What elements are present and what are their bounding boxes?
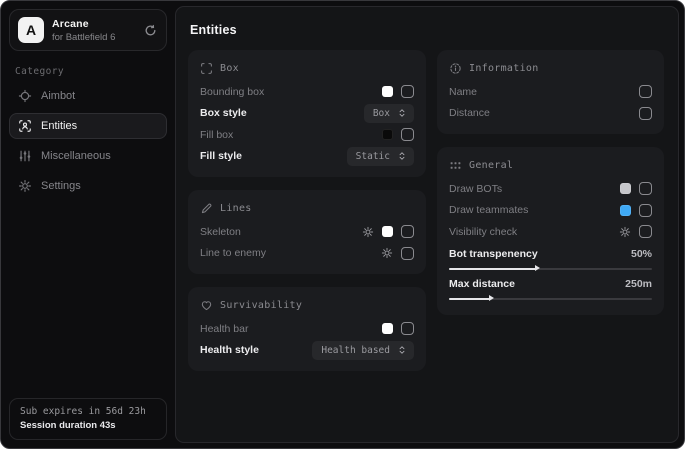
draw-bots-checkbox[interactable] (639, 182, 652, 195)
app-window: A Arcane for Battlefield 6 Category Aimb… (0, 0, 685, 449)
fill-box-color-swatch[interactable] (382, 129, 393, 140)
sidebar-item-miscellaneous[interactable]: Miscellaneous (9, 143, 167, 169)
sub-expiry-text: Sub expires in 56d 23h (20, 406, 156, 417)
sidebar-item-aimbot[interactable]: Aimbot (9, 83, 167, 109)
bot-transparency-value: 50% (631, 248, 652, 260)
box-scan-icon (200, 62, 213, 75)
row-skeleton: Skeleton (200, 221, 414, 243)
app-logo: A (18, 17, 44, 43)
sidebar-item-settings[interactable]: Settings (9, 173, 167, 199)
draw-teammates-checkbox[interactable] (639, 204, 652, 217)
skeleton-checkbox[interactable] (401, 225, 414, 238)
page-title: Entities (190, 23, 664, 37)
health-style-dropdown[interactable]: Health based (312, 341, 414, 360)
card-title: Box (220, 63, 239, 74)
unfold-icon (397, 151, 407, 161)
row-visibility-check: Visibility check (449, 221, 652, 243)
card-title: Lines (220, 203, 252, 214)
card-title: Survivability (220, 300, 302, 311)
sidebar-item-label: Aimbot (41, 90, 75, 102)
unfold-icon (397, 345, 407, 355)
entity-scan-icon (18, 119, 32, 133)
fill-box-checkbox[interactable] (401, 128, 414, 141)
draw-teammates-color-swatch[interactable] (620, 205, 631, 216)
card-title: Information (469, 63, 539, 74)
max-distance-slider[interactable] (449, 298, 652, 300)
visibility-check-settings-gear-icon[interactable] (619, 226, 631, 238)
sidebar-item-label: Entities (41, 120, 77, 132)
bot-transparency-slider[interactable] (449, 268, 652, 270)
card-lines: Lines Skeleton Line to enemy (188, 190, 426, 274)
distance-checkbox[interactable] (639, 107, 652, 120)
sliders-icon (18, 149, 32, 163)
row-health-bar: Health bar (200, 318, 414, 340)
refresh-icon[interactable] (143, 23, 158, 38)
app-subtitle: for Battlefield 6 (52, 32, 135, 43)
skeleton-color-swatch[interactable] (382, 226, 393, 237)
row-name: Name (449, 81, 652, 103)
skeleton-settings-gear-icon[interactable] (362, 226, 374, 238)
row-draw-bots: Draw BOTs (449, 178, 652, 200)
grid-icon (449, 159, 462, 172)
session-duration-text: Session duration 43s (20, 420, 156, 431)
bot-transparency-slider-group: Bot transpenency 50% (449, 245, 652, 270)
sidebar-item-label: Miscellaneous (41, 150, 111, 162)
card-survivability: Survivability Health bar Health style He… (188, 287, 426, 371)
sidebar: A Arcane for Battlefield 6 Category Aimb… (1, 1, 175, 448)
app-header: A Arcane for Battlefield 6 (9, 9, 167, 51)
card-information: Information Name Distance (437, 50, 664, 134)
bounding-box-color-swatch[interactable] (382, 86, 393, 97)
row-fill-style: Fill style Static (200, 146, 414, 168)
line-to-enemy-checkbox[interactable] (401, 247, 414, 260)
fill-style-dropdown[interactable]: Static (347, 147, 414, 166)
row-draw-teammates: Draw teammates (449, 200, 652, 222)
box-style-dropdown[interactable]: Box (364, 104, 414, 123)
health-bar-color-swatch[interactable] (382, 323, 393, 334)
health-bar-checkbox[interactable] (401, 322, 414, 335)
draw-bots-color-swatch[interactable] (620, 183, 631, 194)
sidebar-item-entities[interactable]: Entities (9, 113, 167, 139)
row-fill-box: Fill box (200, 124, 414, 146)
info-icon (449, 62, 462, 75)
row-line-to-enemy: Line to enemy (200, 243, 414, 265)
crosshair-icon (18, 89, 32, 103)
app-name: Arcane (52, 18, 135, 30)
subscription-info: Sub expires in 56d 23h Session duration … (9, 398, 167, 440)
heart-icon (200, 299, 213, 312)
slider-fill (449, 298, 490, 300)
visibility-check-checkbox[interactable] (639, 225, 652, 238)
sidebar-item-label: Settings (41, 180, 81, 192)
pencil-icon (200, 202, 213, 215)
line-to-enemy-settings-gear-icon[interactable] (381, 247, 393, 259)
max-distance-value: 250m (625, 278, 652, 290)
sidebar-nav: Aimbot Entities Miscellaneous Settings (9, 83, 167, 199)
row-distance: Distance (449, 103, 652, 125)
unfold-icon (397, 108, 407, 118)
bounding-box-checkbox[interactable] (401, 85, 414, 98)
row-box-style: Box style Box (200, 103, 414, 125)
category-label: Category (15, 66, 161, 77)
main-panel: Entities Box Bounding box Box style (175, 6, 679, 443)
row-bounding-box: Bounding box (200, 81, 414, 103)
name-checkbox[interactable] (639, 85, 652, 98)
card-box: Box Bounding box Box style Box (188, 50, 426, 177)
gear-icon (18, 179, 32, 193)
max-distance-slider-group: Max distance 250m (449, 275, 652, 300)
slider-fill (449, 268, 536, 270)
card-general: General Draw BOTs Draw teammates Visibil… (437, 147, 664, 315)
card-title: General (469, 160, 513, 171)
row-health-style: Health style Health based (200, 340, 414, 362)
